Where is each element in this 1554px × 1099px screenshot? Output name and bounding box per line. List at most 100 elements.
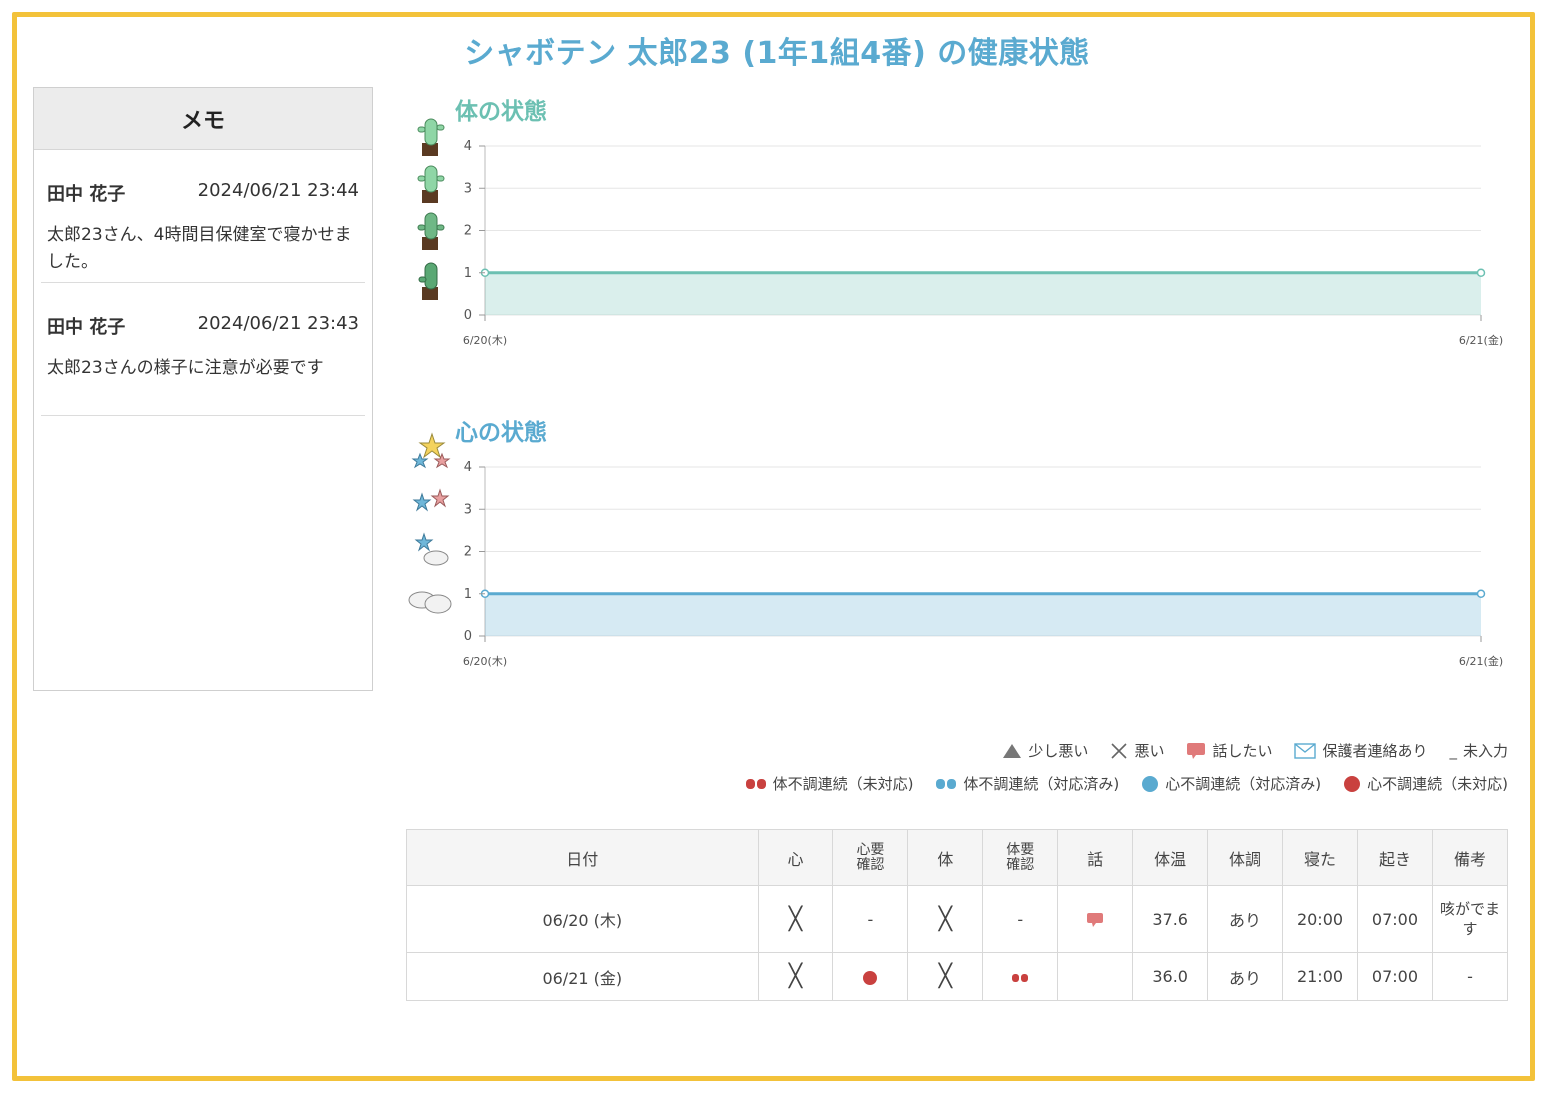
data-point	[1476, 268, 1486, 277]
memo-datetime: 2024/06/21 23:43	[197, 313, 359, 334]
memo-list: 田中 花子 2024/06/21 23:44 太郎23さん、4時間目保健室で寝か…	[41, 150, 365, 416]
y-tick-label: 2	[464, 545, 472, 560]
cactus-smile-icon	[417, 165, 445, 203]
memo-item[interactable]: 田中 花子 2024/06/21 23:44 太郎23さん、4時間目保健室で寝か…	[41, 150, 365, 283]
y-tick-label: 1	[464, 587, 472, 602]
page-title: シャボテン 太郎23 (1年1組4番) の健康状態	[464, 36, 1090, 71]
cell-date: 06/21 (金)	[406, 952, 759, 1001]
table-header-row: 日付 心 心要確認 体 体要確認 話 体温 体調 寝た 起き 備考	[406, 829, 1509, 886]
legend-row-2: 体不調連続（未対応) 体不調連続（対応済み) 心不調連続（対応済み) 心不調連続…	[745, 773, 1508, 794]
legend-item: _ 未入力	[1449, 741, 1508, 761]
cell-mind: ╳	[757, 952, 834, 1001]
memo-datetime: 2024/06/21 23:44	[197, 180, 359, 201]
x-tick-label: 6/21(金)	[1459, 654, 1503, 668]
data-point	[1476, 589, 1486, 598]
col-body: 体	[907, 829, 984, 886]
col-mind: 心	[757, 829, 834, 886]
memo-author: 田中 花子	[47, 317, 126, 338]
x-tick-label: 6/21(金)	[1459, 333, 1503, 347]
red-dot-icon	[863, 970, 878, 985]
cell-mind: ╳	[757, 885, 834, 953]
cell-temp: 37.6	[1132, 885, 1209, 953]
table-row[interactable]: 06/21 (金) ╳ ╳ 36.0 あり 21:00 07:00 -	[406, 952, 1509, 1001]
cell-wake: 07:00	[1356, 885, 1433, 953]
memo-author: 田中 花子	[47, 184, 126, 205]
cell-condition: あり	[1207, 885, 1284, 953]
cell-body-check: -	[982, 885, 1059, 953]
memo-text: 太郎23さん、4時間目保健室で寝かせました。	[47, 225, 352, 272]
cactus-sad-icon	[418, 262, 438, 300]
col-mind-check: 心要確認	[832, 829, 909, 886]
cell-temp: 36.0	[1132, 952, 1209, 1001]
cell-body: ╳	[907, 952, 984, 1001]
cell-condition: あり	[1207, 952, 1284, 1001]
cell-body-check	[982, 952, 1059, 1001]
col-note: 備考	[1431, 829, 1509, 886]
legend-item: 体不調連続（未対応)	[745, 773, 913, 794]
col-wake: 起き	[1356, 829, 1433, 886]
cell-mind-check	[832, 952, 909, 1001]
memo-text: 太郎23さんの様子に注意が必要です	[47, 358, 324, 378]
blue-pill-icon	[936, 778, 957, 789]
body-chart: 0 1 2 3 4 6/20(木) 6/21(金)	[417, 118, 1503, 347]
cell-sleep: 20:00	[1282, 885, 1358, 953]
y-tick-label: 1	[464, 266, 472, 281]
legend-item: 話したい	[1186, 740, 1272, 761]
cactus-neutral-icon	[417, 212, 445, 250]
star-cloud-icon	[414, 532, 449, 566]
legend-item: 少し悪い	[1002, 740, 1088, 761]
series-area	[485, 593, 1481, 636]
col-temp: 体温	[1132, 829, 1209, 886]
memo-item[interactable]: 田中 花子 2024/06/21 23:43 太郎23さんの様子に注意が必要です	[41, 283, 365, 416]
cell-talk	[1057, 885, 1134, 953]
memo-header: メモ	[34, 88, 372, 150]
cell-talk	[1057, 952, 1134, 1001]
cell-body: ╳	[907, 885, 984, 953]
health-table: 日付 心 心要確認 体 体要確認 話 体温 体調 寝た 起き 備考 06/20 …	[406, 829, 1509, 1001]
legend-item: 心不調連続（未対応)	[1343, 773, 1508, 794]
cactus-happy-icon	[417, 118, 445, 156]
x-tick-label: 6/20(木)	[463, 334, 507, 347]
series-area	[485, 272, 1481, 315]
y-tick-label: 0	[464, 308, 472, 323]
cell-sleep: 21:00	[1282, 952, 1358, 1001]
cell-date: 06/20 (木)	[406, 885, 759, 953]
legend-item: 悪い	[1110, 740, 1164, 761]
cell-note: 咳がでます	[1431, 885, 1509, 953]
cell-mind-check: -	[832, 885, 909, 953]
legend-item: 体不調連続（対応済み)	[935, 773, 1119, 794]
y-tick-label: 3	[464, 502, 472, 517]
speech-bubble-icon	[1187, 742, 1206, 759]
y-tick-label: 3	[464, 181, 472, 196]
mind-chart: 0 1 2 3 4 6/20(木) 6/21(金)	[408, 432, 1503, 668]
col-date: 日付	[406, 829, 759, 886]
col-sleep: 寝た	[1282, 829, 1358, 886]
table-row[interactable]: 06/20 (木) ╳ - ╳ - 37.6 あり 20:00 07:00 咳が…	[406, 885, 1509, 953]
clouds-icon	[408, 591, 452, 614]
legend-row-1: 少し悪い 悪い 話したい 保護者連絡あり _ 未入力	[1002, 740, 1508, 761]
cell-wake: 07:00	[1356, 952, 1433, 1001]
x-icon	[1111, 742, 1128, 759]
col-talk: 話	[1057, 829, 1134, 886]
col-body-check: 体要確認	[982, 829, 1059, 886]
y-tick-label: 4	[464, 460, 472, 475]
y-tick-label: 2	[464, 224, 472, 239]
triangle-icon	[1003, 743, 1022, 758]
red-dot-icon	[1344, 775, 1361, 792]
red-pill-icon	[1012, 973, 1029, 982]
red-pill-icon	[745, 778, 766, 789]
blue-dot-icon	[1142, 775, 1159, 792]
y-tick-label: 4	[464, 139, 472, 154]
cell-note: -	[1431, 952, 1509, 1001]
speech-bubble-icon	[1087, 913, 1104, 927]
col-condition: 体調	[1207, 829, 1284, 886]
y-tick-label: 0	[464, 629, 472, 644]
stars-good-icon	[412, 488, 450, 512]
memo-panel: メモ 田中 花子 2024/06/21 23:44 太郎23さん、4時間目保健室…	[33, 87, 373, 691]
x-tick-label: 6/20(木)	[463, 655, 507, 668]
legend-item: 保護者連絡あり	[1294, 740, 1427, 761]
underscore-icon: _	[1449, 741, 1457, 760]
legend-item: 心不調連続（対応済み)	[1141, 773, 1321, 794]
envelope-icon	[1294, 742, 1317, 759]
stars-great-icon	[411, 432, 451, 469]
